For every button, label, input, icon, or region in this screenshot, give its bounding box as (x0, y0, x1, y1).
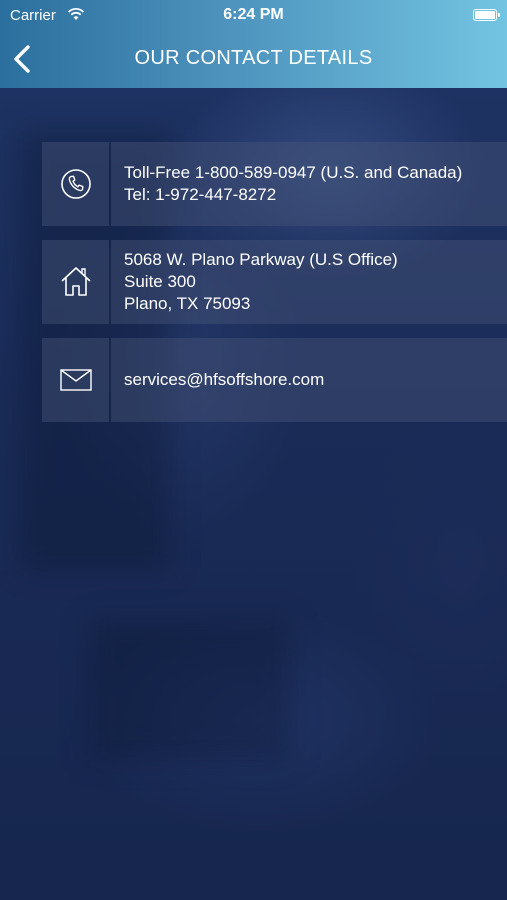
icon-cell (42, 142, 109, 226)
address-line-3: Plano, TX 75093 (124, 294, 251, 313)
contact-row-address: 5068 W. Plano Parkway (U.S Office) Suite… (42, 240, 507, 324)
navigation-bar: OUR CONTACT DETAILS (0, 30, 507, 88)
tel-number[interactable]: Tel: 1-972-447-8272 (124, 184, 507, 206)
page-title: OUR CONTACT DETAILS (134, 47, 373, 69)
address-line-1: 5068 W. Plano Parkway (U.S Office) (124, 250, 398, 269)
contact-row-phone: Toll-Free 1-800-589-0947 (U.S. and Canad… (42, 142, 507, 226)
background-shadow (90, 620, 290, 760)
icon-cell (42, 338, 109, 422)
email-details[interactable]: services@hfsoffshore.com (111, 338, 507, 422)
contact-list: Toll-Free 1-800-589-0947 (U.S. and Canad… (42, 142, 507, 436)
header: Carrier 6:24 PM OUR CONTACT DETAILS (0, 0, 507, 88)
background-image (0, 0, 507, 900)
battery-icon (473, 9, 500, 21)
envelope-icon (59, 369, 92, 391)
address-details[interactable]: 5068 W. Plano Parkway (U.S Office) Suite… (111, 240, 507, 324)
toll-free-number[interactable]: Toll-Free 1-800-589-0947 (U.S. and Canad… (124, 162, 507, 184)
home-icon (60, 267, 91, 296)
status-bar: Carrier 6:24 PM (0, 0, 507, 30)
phone-details[interactable]: Toll-Free 1-800-589-0947 (U.S. and Canad… (111, 142, 507, 226)
email-address[interactable]: services@hfsoffshore.com (124, 369, 507, 391)
address-line-2: Suite 300 (124, 272, 196, 291)
status-time: 6:24 PM (223, 6, 284, 23)
icon-cell (42, 240, 109, 324)
contact-row-email: services@hfsoffshore.com (42, 338, 507, 422)
phone-icon (60, 169, 91, 199)
